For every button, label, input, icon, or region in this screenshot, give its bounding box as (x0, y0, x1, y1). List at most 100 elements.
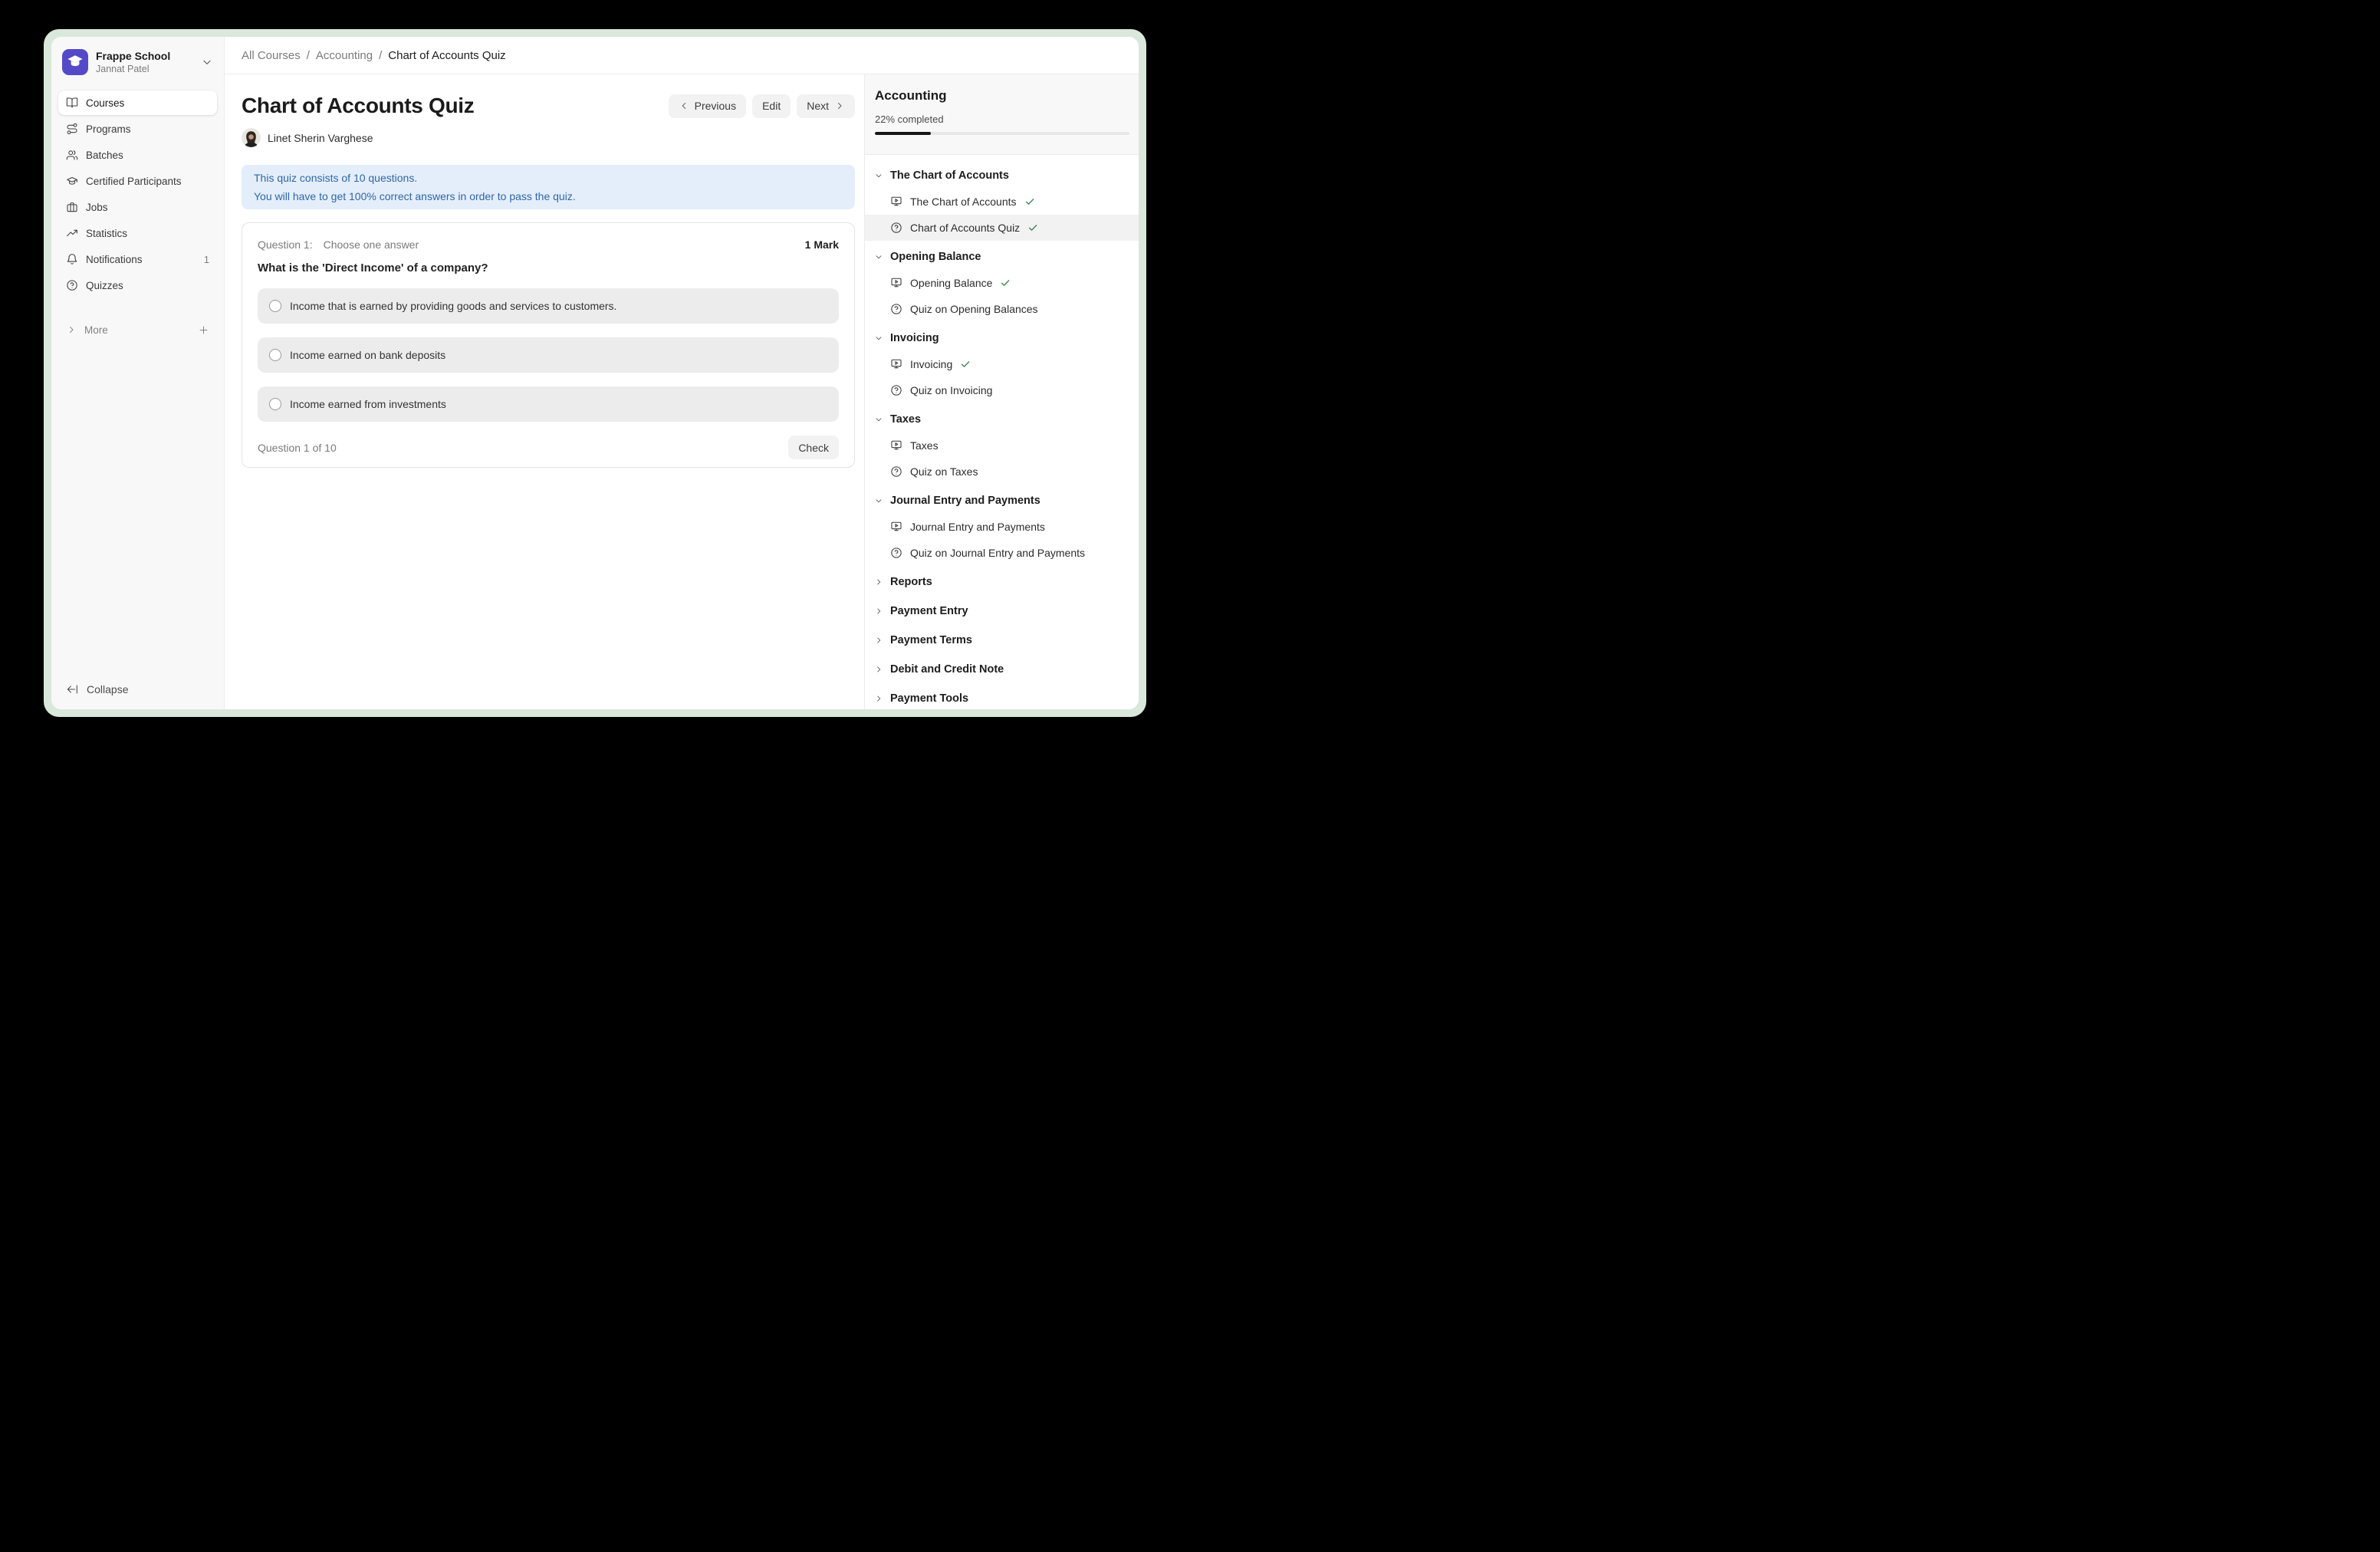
sidebar-item-certified-participants[interactable]: Certified Participants (58, 169, 217, 193)
sidebar-item-jobs[interactable]: Jobs (58, 195, 217, 219)
course-outline-list: The Chart of Accounts The Chart of Accou… (865, 155, 1139, 709)
section-title: Reports (890, 576, 932, 588)
section-title: Debit and Credit Note (890, 663, 1004, 676)
outline-item-taxes[interactable]: Taxes (865, 432, 1139, 459)
chevron-right-icon (874, 607, 883, 616)
question-footer: Question 1 of 10 Check (258, 436, 839, 459)
breadcrumb-accounting[interactable]: Accounting (316, 49, 373, 62)
breadcrumb-all-courses[interactable]: All Courses (242, 49, 301, 62)
sidebar-item-courses[interactable]: Courses (58, 90, 217, 115)
sidebar-item-programs[interactable]: Programs (58, 117, 217, 141)
frappe-school-app: Frappe School Jannat Patel Courses Progr… (51, 37, 1139, 709)
author-row: Linet Sherin Varghese (242, 128, 855, 147)
answer-option-label: Income earned from investments (290, 398, 446, 410)
check-button[interactable]: Check (788, 436, 839, 459)
outline-item-chart-of-accounts-quiz[interactable]: Chart of Accounts Quiz (865, 215, 1139, 241)
outline-section-journal-entry-and-payments[interactable]: Journal Entry and Payments (865, 488, 1139, 514)
outline-item-opening-balance[interactable]: Opening Balance (865, 270, 1139, 296)
collapse-sidebar-button[interactable]: Collapse (58, 677, 217, 702)
plus-icon[interactable] (198, 324, 209, 336)
outline-section-payment-entry[interactable]: Payment Entry (865, 598, 1139, 624)
outline-section-taxes[interactable]: Taxes (865, 406, 1139, 432)
radio-button[interactable] (269, 300, 281, 312)
outline-item-the-chart-of-accounts[interactable]: The Chart of Accounts (865, 189, 1139, 215)
outline-item-quiz-on-opening-balances[interactable]: Quiz on Opening Balances (865, 296, 1139, 322)
avatar (242, 128, 261, 147)
route-icon (66, 123, 78, 135)
section-title: Journal Entry and Payments (890, 495, 1040, 507)
course-progress-fill (875, 132, 931, 135)
question-card: Question 1: Choose one answer 1 Mark Wha… (242, 222, 855, 468)
breadcrumb-current: Chart of Accounts Quiz (388, 49, 505, 62)
question-progress: Question 1 of 10 (258, 442, 337, 454)
outline-item-quiz-on-taxes[interactable]: Quiz on Taxes (865, 459, 1139, 485)
sidebar-item-label: Certified Participants (86, 176, 182, 187)
answer-option-label: Income that is earned by providing goods… (290, 300, 616, 312)
outline-item-label: Quiz on Invoicing (910, 384, 992, 396)
outline-item-label: Opening Balance (910, 277, 992, 289)
chevron-down-icon (874, 334, 883, 343)
section-title: The Chart of Accounts (890, 169, 1009, 182)
answer-option-label: Income earned on bank deposits (290, 349, 445, 361)
course-outline-header: Accounting 22% completed (865, 74, 1139, 155)
answer-option[interactable]: Income earned from investments (258, 386, 839, 422)
sidebar-item-label: Programs (86, 123, 131, 135)
briefcase-icon (66, 201, 78, 213)
outline-section-opening-balance[interactable]: Opening Balance (865, 244, 1139, 270)
radio-button[interactable] (269, 349, 281, 361)
app-window: Frappe School Jannat Patel Courses Progr… (44, 29, 1146, 717)
book-open-icon (66, 97, 78, 109)
section-title: Payment Terms (890, 634, 972, 646)
sidebar-item-statistics[interactable]: Statistics (58, 221, 217, 245)
sidebar-item-quizzes[interactable]: Quizzes (58, 273, 217, 298)
page-title: Chart of Accounts Quiz (242, 93, 474, 119)
section-title: Payment Tools (890, 692, 968, 705)
answer-option[interactable]: Income that is earned by providing goods… (258, 288, 839, 324)
outline-item-journal-entry-and-payments[interactable]: Journal Entry and Payments (865, 514, 1139, 540)
radio-button[interactable] (269, 398, 281, 410)
outline-section-debit-and-credit-note[interactable]: Debit and Credit Note (865, 656, 1139, 682)
sidebar-item-more[interactable]: More (58, 317, 217, 342)
outline-section-payment-tools[interactable]: Payment Tools (865, 686, 1139, 709)
outline-section-payment-terms[interactable]: Payment Terms (865, 627, 1139, 653)
sidebar-item-notifications[interactable]: Notifications 1 (58, 247, 217, 271)
previous-button[interactable]: Previous (669, 94, 746, 118)
sidebar-item-batches[interactable]: Batches (58, 143, 217, 167)
outline-section-invoicing[interactable]: Invoicing (865, 325, 1139, 351)
top-bar: All Courses / Accounting / Chart of Acco… (225, 37, 1139, 74)
chevron-right-icon (874, 665, 883, 674)
chevron-right-icon (874, 577, 883, 587)
edit-button[interactable]: Edit (752, 94, 791, 118)
outline-item-label: Quiz on Taxes (910, 465, 978, 478)
sidebar: Frappe School Jannat Patel Courses Progr… (51, 37, 225, 709)
course-completion-text: 22% completed (875, 113, 1129, 125)
sidebar-nav: Courses Programs Batches Certified Parti… (58, 90, 217, 342)
outline-item-quiz-on-journal-entry-and-payments[interactable]: Quiz on Journal Entry and Payments (865, 540, 1139, 566)
collapse-arrow-icon (66, 683, 78, 695)
lesson-icon (890, 358, 902, 370)
outline-section-reports[interactable]: Reports (865, 569, 1139, 595)
question-header: Question 1: Choose one answer 1 Mark (258, 238, 839, 251)
chevron-down-icon (201, 56, 213, 68)
quiz-icon (890, 384, 902, 396)
section-title: Invoicing (890, 332, 939, 344)
check-icon (1024, 196, 1035, 207)
users-icon (66, 149, 78, 161)
workspace-switcher[interactable]: Frappe School Jannat Patel (58, 44, 217, 80)
lesson-icon (890, 196, 902, 208)
lesson-icon (890, 277, 902, 289)
outline-section-chart-of-accounts[interactable]: The Chart of Accounts (865, 163, 1139, 189)
outline-item-invoicing[interactable]: Invoicing (865, 351, 1139, 377)
sidebar-item-label: Statistics (86, 228, 127, 239)
next-label: Next (807, 100, 829, 112)
outline-item-quiz-on-invoicing[interactable]: Quiz on Invoicing (865, 377, 1139, 403)
question-instruction: Choose one answer (324, 238, 419, 251)
chevron-down-icon (874, 171, 883, 180)
question-text: What is the 'Direct Income' of a company… (258, 261, 839, 275)
outline-item-label: Quiz on Opening Balances (910, 303, 1038, 315)
answer-option[interactable]: Income earned on bank deposits (258, 337, 839, 373)
outline-item-label: Taxes (910, 439, 939, 452)
quiz-instructions-banner: This quiz consists of 10 questions. You … (242, 165, 855, 209)
next-button[interactable]: Next (797, 94, 855, 118)
chevron-right-icon (66, 324, 77, 335)
